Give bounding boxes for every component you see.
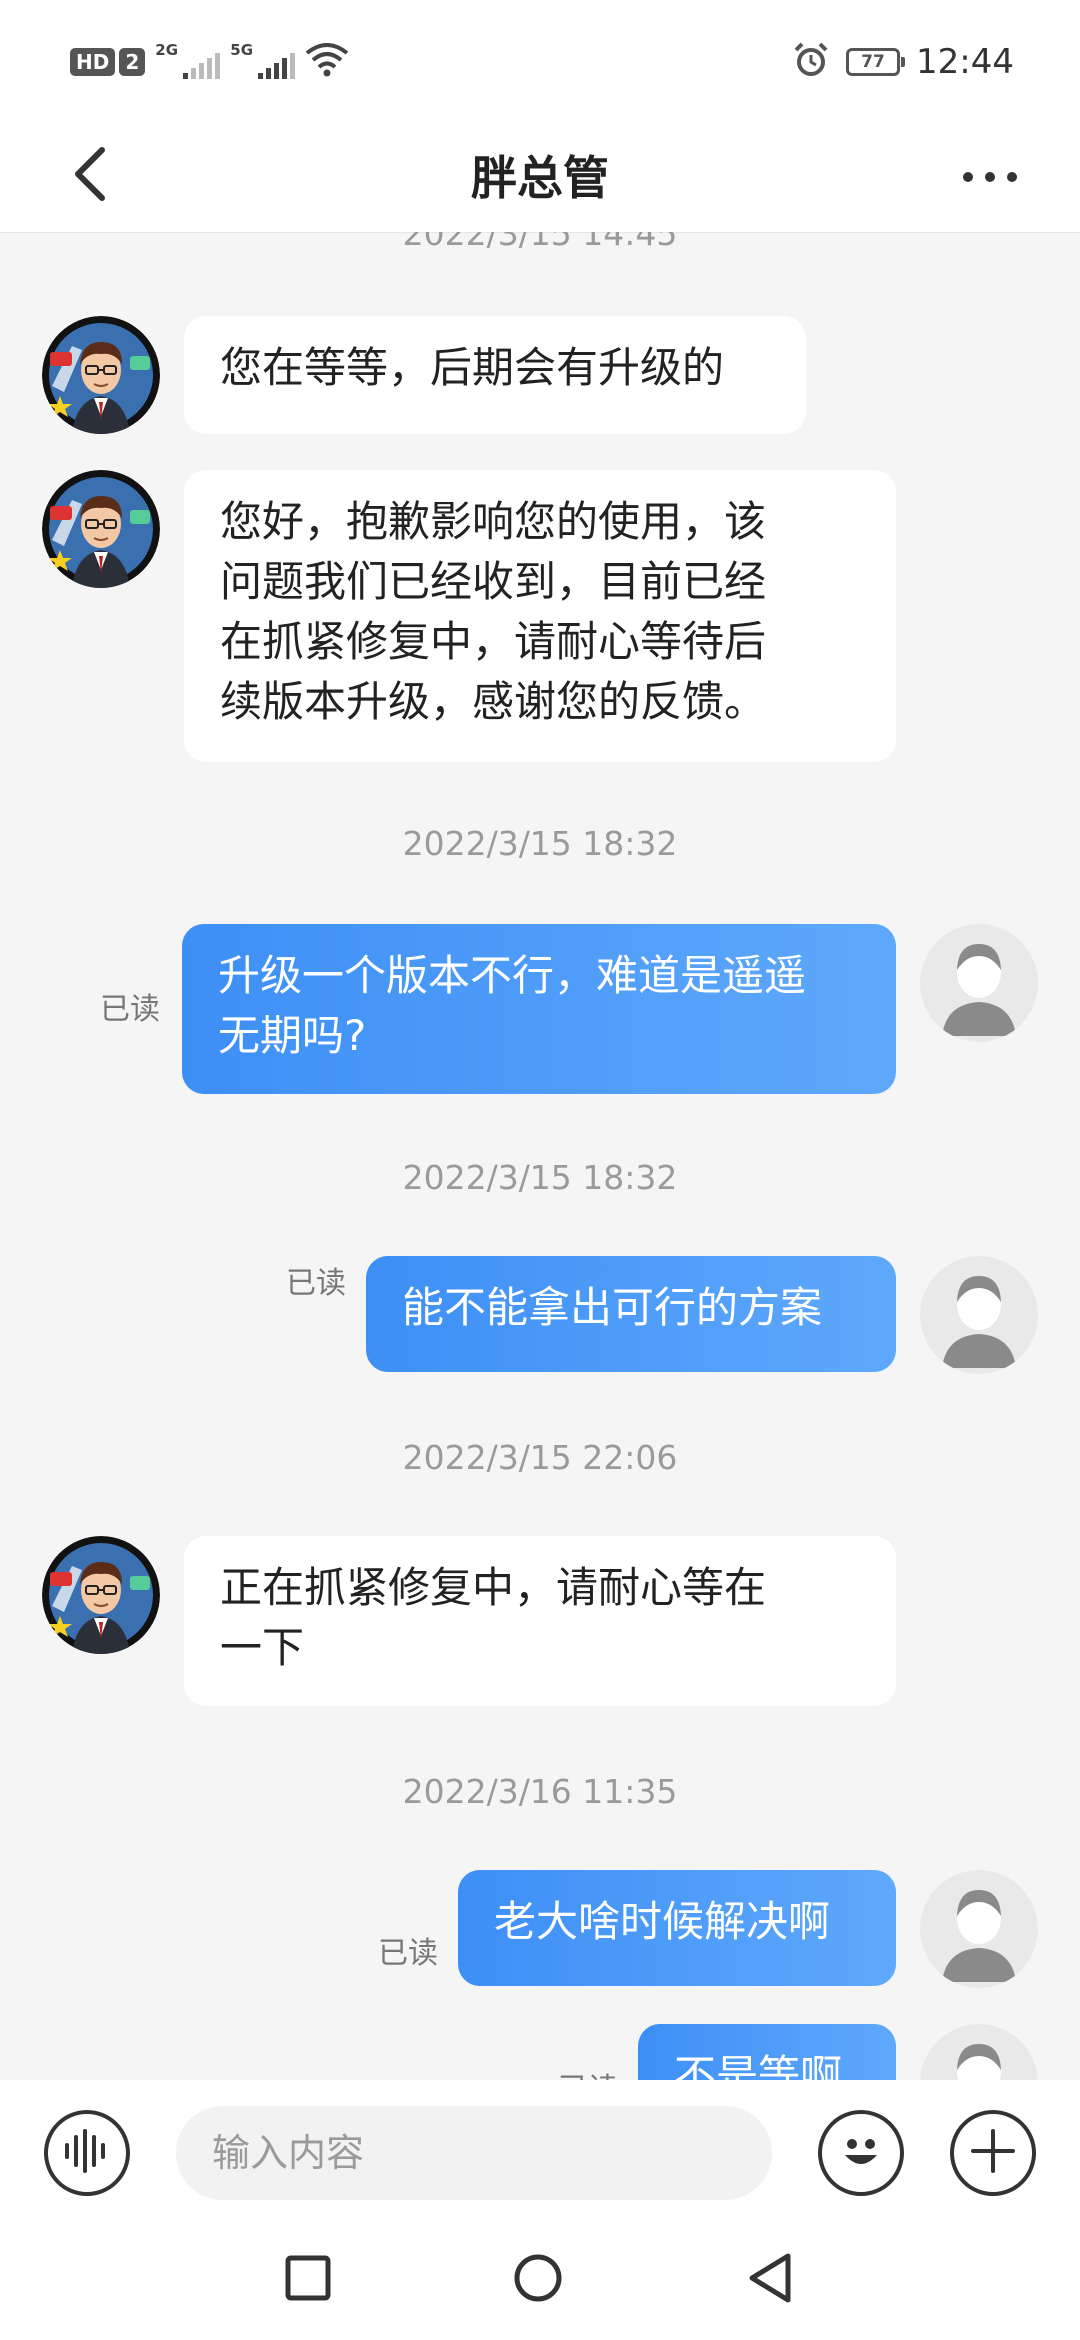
timestamp: 2022/3/15 18:32 [402,1158,678,1197]
network-type-1: 2G [155,41,179,59]
read-receipt: 已读 [378,1936,438,1971]
recent-apps-button[interactable] [278,2250,338,2310]
avatar-default[interactable] [920,1256,1038,1374]
message-text: 您在等等，后期会有升级的 [220,343,725,392]
plus-button[interactable] [950,2110,1036,2196]
signal-icon: 5G [230,41,296,79]
sim-index: 2 [119,48,146,76]
message-bubble-outgoing[interactable]: 老大啥时候解决啊 [458,1870,896,1986]
message-bubble-outgoing[interactable]: 不是等啊 [638,2024,896,2080]
system-nav-bar [0,2220,1080,2340]
chat-header: 胖总管 [0,120,1080,233]
plus-icon [969,2127,1017,2179]
read-receipt: 已读 [100,992,160,1027]
emoji-icon [833,2123,889,2183]
avatar[interactable] [42,1536,160,1654]
timestamp: 2022/3/15 14:45 [402,232,678,253]
status-right: 77 12:44 [792,38,1014,86]
avatar-default[interactable] [920,1870,1038,1988]
timestamp: 2022/3/15 22:06 [402,1438,678,1477]
message-line: 在抓紧修复中，请耐心等待后 [220,617,767,666]
message-line: 续版本升级，感谢您的反馈。 [220,677,767,726]
avatar[interactable] [42,470,160,588]
emoji-button[interactable] [818,2110,904,2196]
message-line: 正在抓紧修复中，请耐心等在 [220,1563,767,1612]
battery-icon: 77 [846,48,906,76]
recent-apps-icon [284,2254,332,2306]
home-icon [512,2252,564,2308]
signal-icon: 2G [155,41,221,79]
voice-button[interactable] [44,2110,130,2196]
avatar[interactable] [42,316,160,434]
message-line: 升级一个版本不行，难道是遥遥 [218,951,807,1000]
timestamp: 2022/3/16 11:35 [402,1772,678,1811]
alarm-icon [792,41,830,83]
message-line: 一下 [220,1623,305,1672]
message-bubble-outgoing[interactable]: 能不能拿出可行的方案 [366,1256,896,1372]
message-list[interactable]: 2022/3/15 14:45 您在等等，后期会有升级的 您好，抱歉影响您的使用… [0,232,1080,2080]
message-bubble-incoming[interactable]: 您好，抱歉影响您的使用，该 问题我们已经收到，目前已经 在抓紧修复中，请耐心等待… [184,470,896,762]
message-bubble-outgoing[interactable]: 升级一个版本不行，难道是遥遥 无期吗? [182,924,896,1094]
message-line: 您好，抱歉影响您的使用，该 [220,497,767,546]
status-left: HD 2 2G 5G [70,40,349,84]
message-text: 能不能拿出可行的方案 [402,1283,823,1332]
wifi-icon [305,43,349,81]
page-title: 胖总管 [471,151,609,205]
message-line: 问题我们已经收到，目前已经 [220,557,767,606]
message-bubble-incoming[interactable]: 正在抓紧修复中，请耐心等在 一下 [184,1536,896,1706]
home-button[interactable] [508,2250,568,2310]
status-bar: HD 2 2G 5G 77 12:44 [0,0,1080,120]
avatar-default[interactable] [920,2024,1038,2080]
more-dots-icon [962,168,1018,187]
message-line: 无期吗? [218,1011,367,1060]
read-receipt: 已读 [558,2064,618,2080]
timestamp: 2022/3/15 18:32 [402,824,678,863]
hd-badge: HD 2 [70,48,146,76]
message-bubble-incoming[interactable]: 您在等等，后期会有升级的 [184,316,806,434]
input-bar [0,2080,1080,2220]
clock: 12:44 [916,42,1014,82]
more-button[interactable] [950,150,1030,204]
back-nav-button[interactable] [740,2250,800,2310]
message-text: 老大啥时候解决啊 [494,1897,831,1946]
read-receipt: 已读 [286,1266,346,1301]
network-type-2: 5G [230,41,254,59]
message-text: 不是等啊 [674,2051,843,2080]
back-triangle-icon [746,2252,794,2308]
avatar-default[interactable] [920,924,1038,1042]
hd-label: HD [70,48,116,76]
voice-wave-icon [62,2129,112,2177]
message-input[interactable] [176,2106,772,2200]
